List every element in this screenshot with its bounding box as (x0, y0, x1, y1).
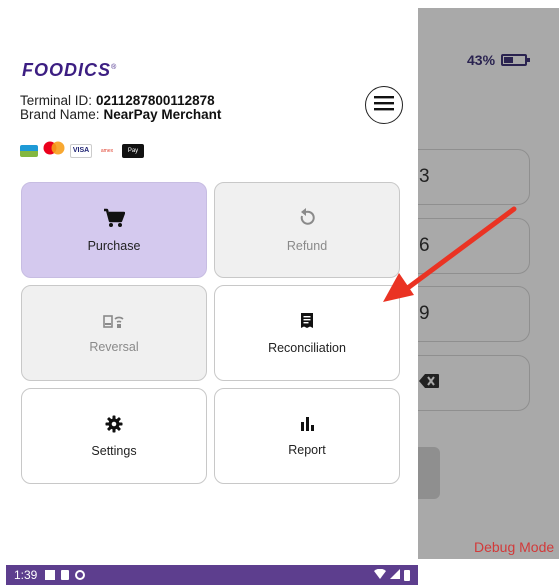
battery-indicator: 43% (467, 52, 531, 68)
debug-mode-label: Debug Mode (474, 539, 555, 555)
refund-label: Refund (286, 238, 328, 253)
gear-icon (105, 415, 123, 438)
settings-label: Settings (91, 443, 137, 458)
brand-name-label: Brand Name: (20, 107, 100, 122)
report-tile[interactable]: Report (214, 388, 400, 484)
reconciliation-tile[interactable]: Reconciliation (214, 285, 400, 381)
brand-name-value: NearPay Merchant (103, 107, 222, 122)
terminal-info: Terminal ID: 0211287800112878 Brand Name:… (20, 94, 221, 122)
purchase-tile[interactable]: Purchase (21, 182, 207, 278)
menu-button[interactable] (365, 86, 403, 124)
contactless-icon (103, 313, 125, 334)
mada-icon (20, 144, 38, 157)
battery-fill (504, 57, 514, 63)
status-time: 1:39 (14, 568, 38, 582)
system-status-bar: 1:39 (6, 565, 418, 585)
bar-chart-icon (299, 416, 315, 437)
terminal-id-label: Terminal ID: (20, 93, 93, 108)
refresh-icon (297, 207, 317, 233)
signal-icon (390, 568, 400, 582)
american-express-icon: amex (97, 144, 117, 157)
battery-status-icon (404, 569, 410, 581)
sync-icon (75, 570, 86, 580)
sim-icon (61, 570, 70, 580)
terminal-id-value: 0211287800112878 (96, 93, 215, 108)
report-label: Report (288, 442, 326, 457)
mastercard-icon (43, 141, 65, 160)
refund-tile[interactable]: Refund (214, 182, 400, 278)
visa-icon: VISA (70, 143, 92, 158)
wifi-icon (374, 568, 386, 582)
cart-icon (103, 208, 126, 233)
hamburger-icon (374, 95, 394, 116)
receipt-icon (299, 312, 315, 335)
reversal-label: Reversal (89, 339, 139, 354)
reversal-tile[interactable]: Reversal (21, 285, 207, 381)
logo-text: FOODICS (22, 60, 112, 80)
reconciliation-label: Reconciliation (268, 340, 346, 355)
app-notification-icon (45, 570, 56, 580)
apple-pay-icon: Pay (122, 143, 144, 158)
card-logos: VISA amex Pay (20, 141, 144, 160)
battery-percent: 43% (467, 52, 496, 68)
settings-tile[interactable]: Settings (21, 388, 207, 484)
foodics-logo: FOODICS® (22, 60, 118, 80)
battery-icon (501, 54, 531, 66)
purchase-label: Purchase (87, 238, 141, 253)
